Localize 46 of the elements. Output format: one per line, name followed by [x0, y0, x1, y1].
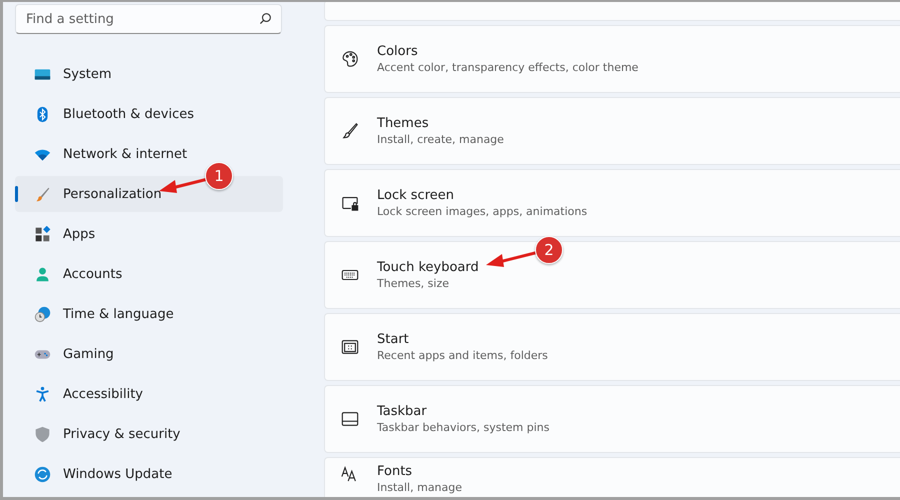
card-title: Touch keyboard [377, 260, 479, 275]
sidebar-item[interactable]: Gaming [15, 336, 283, 372]
lock-screen-icon [341, 194, 359, 212]
accessibility-person-icon [34, 386, 51, 402]
fonts-icon [341, 464, 359, 482]
globe-clock-icon [34, 306, 51, 322]
update-icon [34, 466, 51, 482]
apps-icon [34, 226, 51, 242]
paintbrush-icon [341, 122, 359, 140]
sidebar-item[interactable]: Apps [15, 216, 283, 252]
settings-card[interactable]: Start Recent apps and items, folders [324, 313, 900, 381]
settings-card[interactable]: Fonts Install, manage [324, 457, 900, 497]
settings-card[interactable]: Lock screen Lock screen images, apps, animations [324, 169, 900, 237]
card-title: Taskbar [377, 404, 428, 419]
person-icon [34, 266, 51, 282]
search-field[interactable]: Find a setting [15, 4, 282, 34]
sidebar-item[interactable]: Time & language [15, 296, 283, 332]
card-title: Start [377, 332, 410, 347]
sidebar-item[interactable]: Accessibility [15, 376, 283, 412]
sidebar-item[interactable]: Windows Update [15, 456, 283, 492]
sidebar-item[interactable]: Bluetooth & devices [15, 96, 283, 132]
card-subtitle: Install, manage [377, 481, 462, 494]
card-title: Themes [377, 116, 430, 131]
card-title: Lock screen [377, 188, 455, 203]
selection-indicator [15, 186, 18, 202]
sidebar-item[interactable]: Accounts [15, 256, 283, 292]
card-subtitle: Accent color, transparency effects, color theme [377, 61, 638, 74]
card-subtitle: Themes, size [377, 277, 450, 290]
sidebar-item[interactable]: Privacy & security [15, 416, 283, 452]
palette-icon [341, 50, 359, 68]
settings-card[interactable]: Themes Install, create, manage [324, 97, 900, 165]
card-title: Fonts [377, 464, 414, 479]
shield-icon [34, 426, 51, 442]
card-title: Colors [377, 44, 419, 59]
settings-card[interactable]: Colors Accent color, transparency effects, color theme [324, 25, 900, 93]
card-subtitle: Taskbar behaviors, system pins [377, 421, 550, 434]
card-subtitle: Recent apps and items, folders [377, 349, 548, 362]
search-icon [259, 12, 272, 25]
sidebar-item[interactable]: System [15, 56, 283, 92]
step-number-badge: 1 [205, 162, 233, 190]
start-menu-icon [341, 338, 359, 356]
taskbar-icon [341, 410, 359, 428]
settings-card[interactable]: Taskbar Taskbar behaviors, system pins [324, 385, 900, 453]
card-subtitle: Install, create, manage [377, 133, 504, 146]
card-subtitle: Lock screen images, apps, animations [377, 205, 588, 218]
paintbrush-icon [34, 186, 51, 202]
